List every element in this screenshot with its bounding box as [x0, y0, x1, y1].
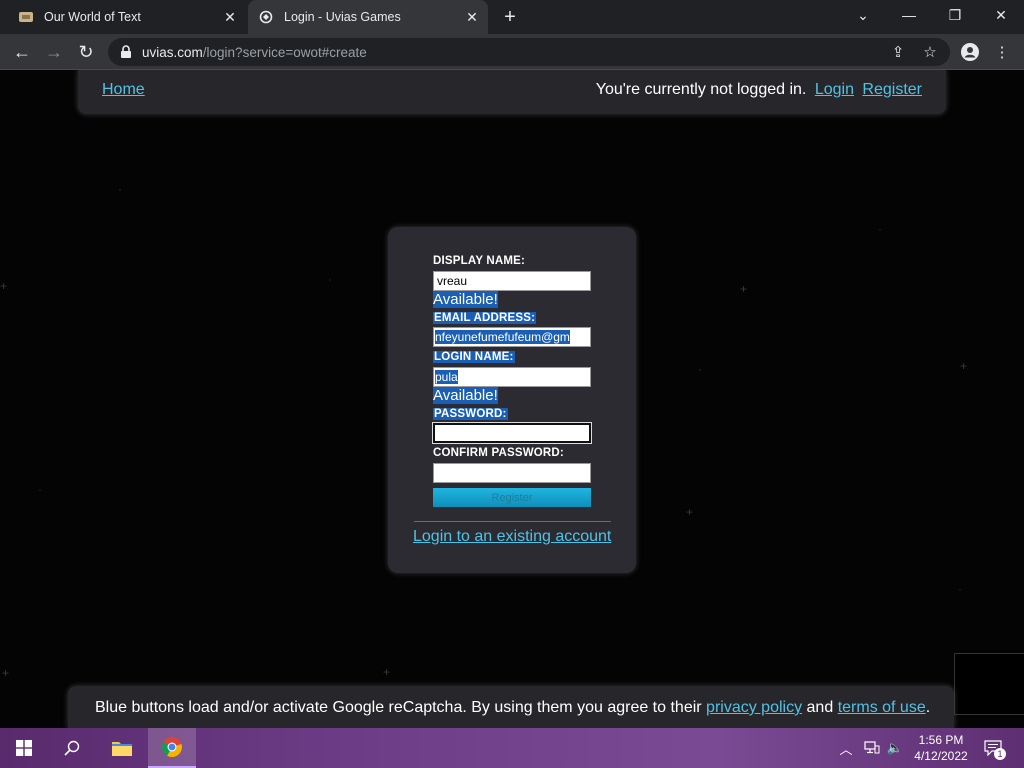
- home-link[interactable]: Home: [102, 81, 145, 99]
- tab-our-world-of-text[interactable]: Our World of Text ✕: [8, 0, 246, 34]
- browser-menu-icon[interactable]: ⋮: [988, 38, 1016, 66]
- star-decoration-icon: +: [686, 505, 694, 519]
- share-icon[interactable]: ⇪: [884, 38, 912, 66]
- lock-icon: [121, 45, 131, 58]
- network-icon[interactable]: [860, 728, 884, 768]
- url-text: uvias.com/login?service=owot#create: [142, 44, 367, 60]
- register-link[interactable]: Register: [862, 81, 922, 98]
- star-decoration-icon: +: [960, 359, 968, 373]
- back-arrow-icon[interactable]: ←: [8, 38, 36, 66]
- search-icon[interactable]: [48, 728, 96, 768]
- page-content: + + + + + + Home You're currently not lo…: [0, 70, 1024, 728]
- browser-tab-bar: Our World of Text ✕ Login - Uvias Games …: [0, 0, 1024, 34]
- system-clock[interactable]: 1:56 PM 4/12/2022: [908, 732, 974, 764]
- confirm-password-label: CONFIRM PASSWORD:: [433, 447, 564, 459]
- period-text: .: [925, 699, 931, 716]
- tab-search-chevron-icon[interactable]: ⌄: [840, 0, 886, 30]
- login-status-text: You're currently not logged in.: [595, 81, 807, 98]
- file-explorer-icon[interactable]: [98, 728, 146, 768]
- reload-icon[interactable]: ↻: [72, 38, 100, 66]
- clock-date: 4/12/2022: [914, 749, 968, 763]
- close-window-icon[interactable]: ✕: [978, 0, 1024, 30]
- star-decoration-icon: +: [383, 665, 391, 679]
- terms-of-use-link[interactable]: terms of use: [838, 699, 926, 716]
- display-name-availability: Available!: [433, 291, 498, 308]
- confirm-password-input[interactable]: [433, 463, 591, 483]
- login-link[interactable]: Login: [815, 81, 854, 98]
- recaptcha-notice-text: Blue buttons load and/or activate Google…: [95, 699, 702, 716]
- star-decoration-icon: +: [740, 282, 748, 296]
- forward-arrow-icon[interactable]: →: [40, 38, 68, 66]
- privacy-policy-link[interactable]: privacy policy: [706, 699, 802, 716]
- star-decoration-icon: +: [2, 666, 10, 680]
- notification-center-icon[interactable]: 1: [980, 728, 1006, 768]
- tab-login-uvias[interactable]: Login - Uvias Games ✕: [248, 0, 488, 34]
- display-name-input[interactable]: [433, 271, 591, 291]
- address-bar[interactable]: uvias.com/login?service=owot#create: [108, 38, 950, 66]
- profile-avatar-icon[interactable]: [956, 38, 984, 66]
- tray-chevron-up-icon[interactable]: ︿: [836, 728, 856, 768]
- email-address-label: EMAIL ADDRESS:: [433, 312, 537, 324]
- and-text: and: [806, 699, 834, 716]
- email-address-input[interactable]: nfeyunefumefufeum@gm: [433, 327, 591, 347]
- password-label: PASSWORD:: [433, 408, 508, 420]
- uvias-favicon-icon: [258, 9, 274, 25]
- close-tab-icon[interactable]: ✕: [462, 7, 482, 27]
- clock-time: 1:56 PM: [918, 733, 964, 747]
- password-input[interactable]: [433, 423, 591, 443]
- browser-toolbar: ← → ↻ uvias.com/login?service=owot#creat…: [0, 34, 1024, 70]
- recaptcha-notice: Blue buttons load and/or activate Google…: [68, 686, 954, 728]
- chrome-taskbar-icon[interactable]: [148, 728, 196, 768]
- display-name-label: DISPLAY NAME:: [433, 255, 526, 267]
- form-divider: [414, 521, 611, 522]
- owot-favicon-icon: [18, 9, 34, 25]
- recaptcha-badge[interactable]: [954, 653, 1024, 715]
- register-form-card: DISPLAY NAME: Available! EMAIL ADDRESS: …: [388, 227, 636, 573]
- star-decoration-icon: +: [0, 279, 8, 293]
- notification-count-badge: 1: [994, 748, 1006, 760]
- login-name-availability: Available!: [433, 387, 498, 404]
- windows-start-icon[interactable]: [0, 728, 48, 768]
- login-name-input[interactable]: pula: [433, 367, 591, 387]
- tab-title: Login - Uvias Games: [284, 10, 401, 24]
- restore-icon[interactable]: ❐: [932, 0, 978, 30]
- top-navigation-bar: Home You're currently not logged in. Log…: [78, 70, 946, 114]
- new-tab-plus-icon[interactable]: +: [498, 5, 522, 29]
- minimize-icon[interactable]: —: [886, 0, 932, 30]
- login-status: You're currently not logged in. Login Re…: [596, 81, 922, 99]
- login-name-label: LOGIN NAME:: [433, 351, 515, 363]
- register-button[interactable]: Register: [433, 488, 591, 507]
- windows-taskbar: ︿ 🔈 1:56 PM 4/12/2022 1: [0, 728, 1024, 768]
- volume-icon[interactable]: 🔈: [884, 728, 906, 768]
- tab-title: Our World of Text: [44, 10, 141, 24]
- login-existing-account-link[interactable]: Login to an existing account: [413, 528, 611, 546]
- bookmark-star-icon[interactable]: ☆: [916, 38, 944, 66]
- close-tab-icon[interactable]: ✕: [220, 7, 240, 27]
